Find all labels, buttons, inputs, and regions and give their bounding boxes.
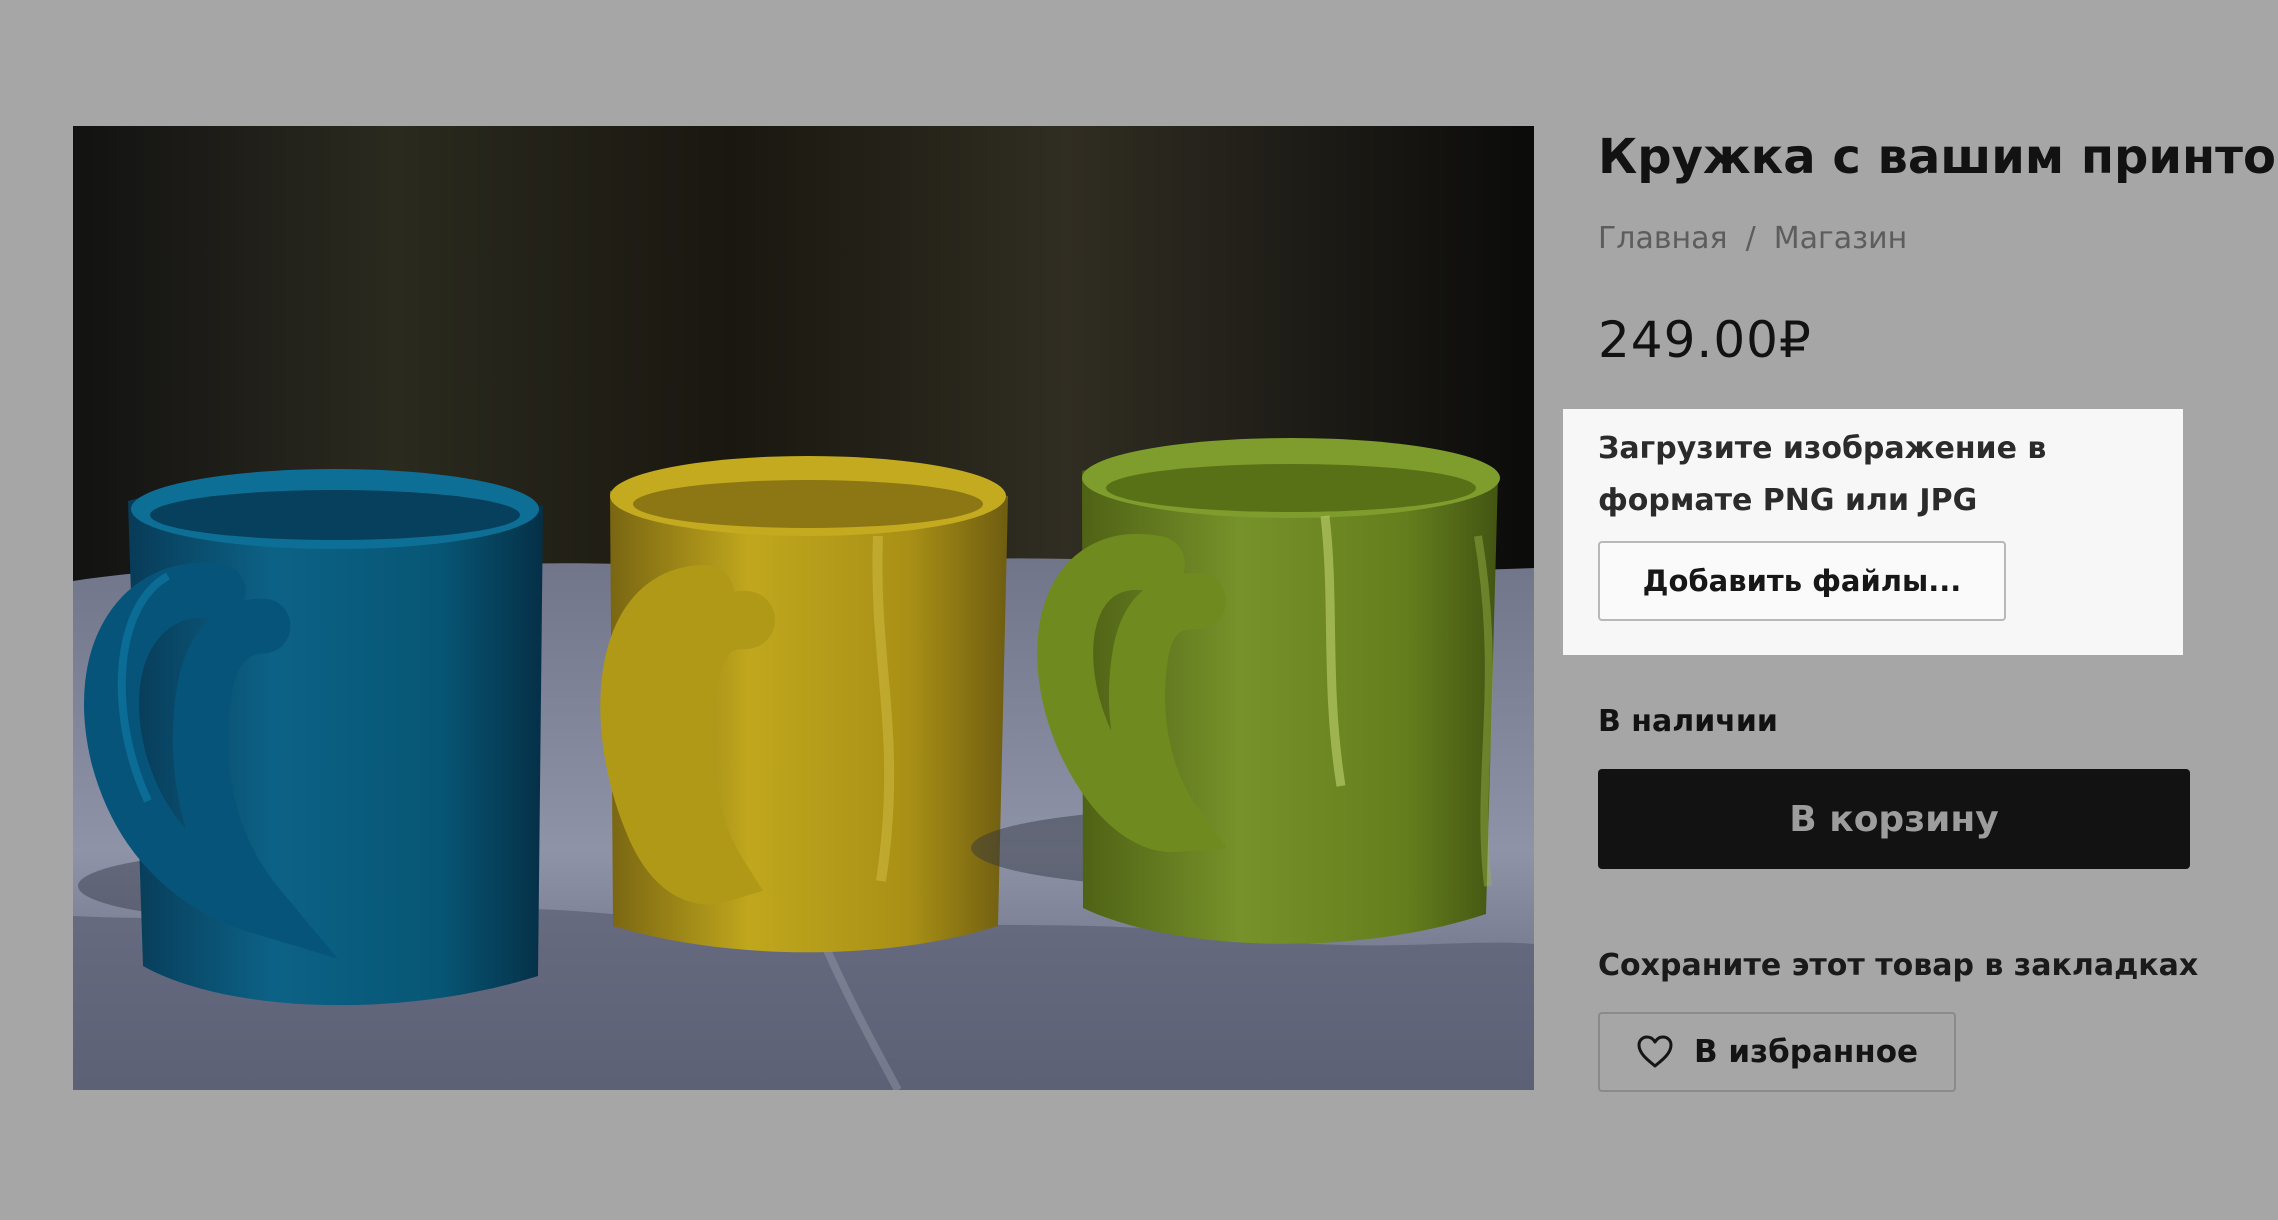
product-price: 249.00₽ [1598,311,1812,369]
upload-instructions: Загрузите изображение в формате PNG или … [1598,431,2047,518]
favorites-button-label: В избранное [1693,1034,1919,1070]
add-files-button[interactable]: Добавить файлы... [1598,541,2006,621]
availability-status: В наличии [1598,704,1778,739]
breadcrumb-separator: / [1745,221,1756,256]
breadcrumb-shop-link[interactable]: Магазин [1774,221,1907,256]
product-title: Кружка с вашим принтом [1598,129,2278,185]
product-image [73,126,1534,1090]
add-to-favorites-button[interactable]: В избранное [1598,1012,1956,1092]
add-to-cart-button[interactable]: В корзину [1598,769,2190,869]
breadcrumb: Главная / Магазин [1598,219,1907,259]
file-upload-card: Загрузите изображение в формате PNG или … [1563,409,2183,655]
yellow-mug-illustration [600,456,1008,953]
bookmark-prompt: Сохраните этот товар в закладках [1598,948,2199,983]
product-info: Кружка с вашим принтом Главная / Магазин 2… [1563,0,2278,1220]
mug-photo-illustration [73,126,1534,1090]
breadcrumb-home-link[interactable]: Главная [1598,221,1728,256]
blue-mug-illustration [78,469,543,1006]
heart-icon [1637,1035,1673,1068]
